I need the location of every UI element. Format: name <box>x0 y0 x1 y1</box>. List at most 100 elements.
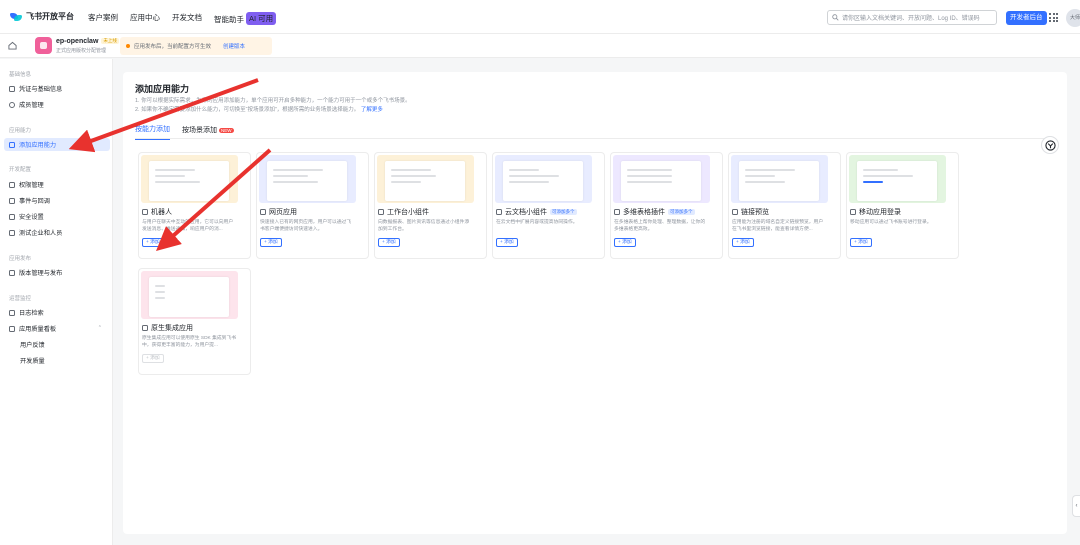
card-title-text: 机器人 <box>151 209 172 216</box>
card-description: 在多维表格上帮你处理、整理数据，让你的多维表格更高效。 <box>614 220 706 232</box>
new-badge: NEW <box>219 127 234 133</box>
sidebar-item-label: 日志检索 <box>19 310 44 317</box>
sidebar-item-quality-board[interactable]: 应用质量看板 ⌃ <box>4 322 110 335</box>
sidebar-item-members[interactable]: 成员管理 <box>4 98 110 111</box>
card-description: 在云文档中扩展内容或提高协同操作。 <box>496 220 578 225</box>
card-title: 移动应用登录 <box>850 207 901 217</box>
shield-icon <box>9 213 15 220</box>
user-avatar[interactable]: 大师 <box>1066 9 1080 27</box>
app-icon <box>35 37 52 54</box>
sidebar-item-versions[interactable]: 版本管理与发布 <box>4 266 110 279</box>
capability-card-link-preview[interactable]: 链接预览 应用能为注册的域名自定义链接预览，用户在飞书里浏览链接，能查看详情方便… <box>728 152 841 259</box>
mobile-icon <box>850 209 856 215</box>
card-title: 原生集成应用 <box>142 323 193 333</box>
card-title-text: 云文档小组件 <box>505 209 547 216</box>
card-title-text: 链接预览 <box>741 209 769 216</box>
chevron-up-icon: ⌃ <box>97 325 102 331</box>
version-icon <box>9 269 15 276</box>
doc-widget-icon <box>496 209 502 215</box>
card-preview <box>259 155 356 203</box>
capability-card-bitable-plugin[interactable]: 多维表格插件 可添加多个 在多维表格上帮你处理、整理数据，让你的多维表格更高效。 … <box>610 152 723 259</box>
capability-card-bot[interactable]: 机器人 与用户在聊天中互动的应用，它可以向用户发送消息、推送通知，响应用户的消.… <box>138 152 251 259</box>
home-icon[interactable] <box>8 41 17 50</box>
card-title-text: 移动应用登录 <box>859 209 901 216</box>
events-icon <box>9 197 15 204</box>
permissions-icon <box>9 181 15 188</box>
sidebar-group-basic: 基础信息 <box>9 72 32 78</box>
learn-more-link[interactable]: 了解更多 <box>361 107 383 113</box>
nav-docs[interactable]: 开发文档 <box>172 12 202 25</box>
card-description: 移动应用可以通过飞书账号进行登录。 <box>850 220 932 225</box>
multi-add-tag: 可添加多个 <box>668 209 695 215</box>
create-version-link[interactable]: 创建版本 <box>223 42 245 50</box>
sidebar-item-label: 开发质量 <box>20 358 45 365</box>
search-input[interactable]: 请你区输入文档关键词、开放问题、Log ID、错误码 <box>827 10 997 25</box>
card-preview <box>141 155 238 203</box>
main-panel: 添加应用能力 1. 你可以根据实际需求，为你的应用添加能力，单个应用可开启多种能… <box>123 72 1067 534</box>
capability-card-doc-widget[interactable]: 云文档小组件 可添加多个 在云文档中扩展内容或提高协同操作。 + 添加 <box>492 152 605 259</box>
app-subtitle: 正式应用版权分配管理 <box>56 48 107 54</box>
sidebar-item-events[interactable]: 事件与回调 <box>4 194 110 207</box>
sidebar-group-capabilities: 应用能力 <box>9 128 32 134</box>
credentials-icon <box>9 85 15 92</box>
app-header: ep-openclaw 未上线 正式应用版权分配管理 应用发布后，当前配置方可生效… <box>0 34 1080 58</box>
capability-card-mobile-login[interactable]: 移动应用登录 移动应用可以通过飞书账号进行登录。 + 添加 <box>846 152 959 259</box>
card-preview <box>495 155 592 203</box>
sidebar-group-dev-config: 开发配置 <box>9 167 32 173</box>
app-name-text: ep-openclaw <box>56 38 99 45</box>
sidebar-item-credentials[interactable]: 凭证与基础信息 <box>4 82 110 95</box>
top-bar: 飞书开放平台 客户案例 应用中心 开发文档 智能助手 AI 可用 请你区输入文档关… <box>0 0 1080 34</box>
collapse-arrow-icon[interactable]: ‹ <box>1072 495 1080 517</box>
card-title: 工作台小组件 <box>378 207 429 217</box>
sidebar-item-label: 添加应用能力 <box>19 142 57 149</box>
add-button[interactable]: + 添加 <box>732 238 754 247</box>
nav-app-center[interactable]: 应用中心 <box>130 12 160 25</box>
capability-card-native-app[interactable]: 原生集成应用 原生集成应用可以使用原生 SDK 集成到飞书中，获得更丰富的能力，… <box>138 268 251 375</box>
sidebar-item-label: 版本管理与发布 <box>19 270 63 277</box>
developer-console-button[interactable]: 开发者后台 <box>1006 11 1047 25</box>
apps-grid-icon[interactable] <box>1049 13 1058 22</box>
sidebar-item-logs[interactable]: 日志检索 <box>4 306 110 319</box>
add-button[interactable]: + 添加 <box>378 238 400 247</box>
card-title-text: 工作台小组件 <box>387 209 429 216</box>
sidebar-item-add-capability[interactable]: 添加应用能力 <box>4 138 110 151</box>
feishu-logo-icon <box>10 12 22 22</box>
capability-card-workplace-widget[interactable]: 工作台小组件 向数据报表、图片资讯等信息通过小组件添加到工作台。 + 添加 <box>374 152 487 259</box>
sidebar-item-test-users[interactable]: 测试企业和人员 <box>4 226 110 239</box>
card-title: 多维表格插件 可添加多个 <box>614 207 695 217</box>
tips: 1. 你可以根据实际需求，为你的应用添加能力，单个应用可开启多种能力，一个能力可… <box>135 97 411 115</box>
capability-card-web-app[interactable]: 网页应用 快速接入已有的网页应用，用户可以通过飞书客户端便捷访问快速进入。 + … <box>256 152 369 259</box>
add-button[interactable]: + 添加 <box>260 238 282 247</box>
card-description: 与用户在聊天中互动的应用，它可以向用户发送消息、推送通知，响应用户的消... <box>142 220 234 232</box>
search-icon <box>832 14 839 21</box>
add-button[interactable]: + 添加 <box>496 238 518 247</box>
sidebar-item-feedback[interactable]: 用户反馈 <box>4 338 110 351</box>
bot-icon <box>142 209 148 215</box>
sidebar-item-label: 应用质量看板 <box>19 326 57 333</box>
add-button[interactable]: + 添加 <box>850 238 872 247</box>
logo[interactable]: 飞书开放平台 <box>10 11 74 22</box>
app-status-badge: 未上线 <box>101 38 119 44</box>
add-button[interactable]: + 添加 <box>142 238 164 247</box>
nav-cases[interactable]: 客户案例 <box>88 12 118 25</box>
log-icon <box>9 309 15 316</box>
sidebar-item-security[interactable]: 安全设置 <box>4 210 110 223</box>
card-preview <box>141 271 238 319</box>
card-title: 机器人 <box>142 207 172 217</box>
sidebar-item-label: 事件与回调 <box>19 198 50 205</box>
card-preview <box>731 155 828 203</box>
divider <box>135 138 1055 139</box>
app-name[interactable]: ep-openclaw 未上线 <box>56 38 119 45</box>
warning-dot-icon <box>126 44 130 48</box>
tip-line-2-wrap: 2. 如果你不确定需要添加什么能力，可切换至“按场景添加”，根据所需的业务场景选… <box>135 106 411 115</box>
sidebar-item-permissions[interactable]: 权限管理 <box>4 178 110 191</box>
nav-assistant[interactable]: 智能助手 AI 可用 <box>214 12 277 25</box>
sidebar-item-dev-quality[interactable]: 开发质量 <box>4 354 110 367</box>
tip-line-2: 2. 如果你不确定需要添加什么能力，可切换至“按场景添加”，根据所需的业务场景选… <box>135 107 360 113</box>
add-button[interactable]: + 添加 <box>142 354 164 363</box>
card-preview <box>377 155 474 203</box>
add-button[interactable]: + 添加 <box>614 238 636 247</box>
tab-label: 按能力添加 <box>135 126 170 133</box>
ai-badge: AI 可用 <box>246 12 277 25</box>
assistant-float-icon[interactable] <box>1041 136 1059 154</box>
